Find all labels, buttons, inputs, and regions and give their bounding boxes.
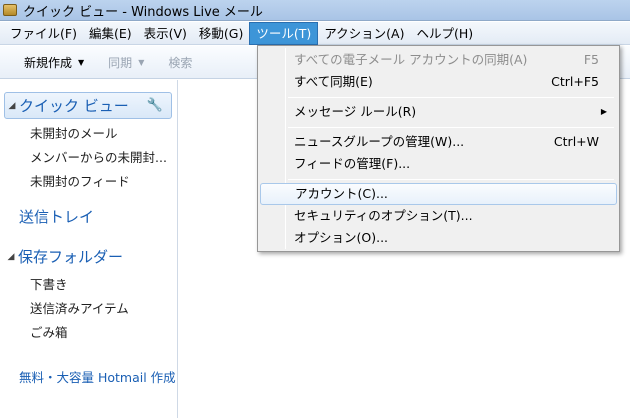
chevron-down-icon: ▼: [138, 57, 145, 67]
menu-item-label: オプション(O)...: [294, 230, 389, 245]
storage-folder-label: 保存フォルダー: [18, 248, 124, 266]
menu-item-accounts[interactable]: アカウント(C)...: [260, 183, 617, 205]
app-window: クイック ビュー - Windows Live メール ファイル(F) 編集(E…: [0, 0, 630, 418]
sidebar-item-unread-from-contacts[interactable]: メンバーからの未開封...: [30, 147, 167, 166]
menu-item-label: ニュースグループの管理(W)...: [294, 134, 465, 149]
menu-tools[interactable]: ツール(T): [249, 21, 319, 45]
search-button-label: 検索: [168, 55, 193, 70]
menu-item-manage-newsgroups[interactable]: ニュースグループの管理(W)... Ctrl+W: [260, 131, 617, 153]
chevron-down-icon: ▼: [78, 57, 85, 67]
sidebar-item-unread-mail[interactable]: 未開封のメール: [30, 123, 118, 142]
menu-item-shortcut: Ctrl+W: [553, 134, 599, 149]
menu-separator: [288, 127, 614, 128]
menu-go[interactable]: 移動(G): [193, 22, 249, 45]
menu-view[interactable]: 表示(V): [138, 22, 193, 45]
folder-pane: ◢ クイック ビュー 🔧 未開封のメール メンバーからの未開封... 未開封のフ…: [0, 80, 178, 418]
menu-item-message-rules[interactable]: メッセージ ルール(R) ▶: [260, 101, 617, 123]
collapse-triangle-icon[interactable]: ◢: [5, 101, 19, 111]
menu-item-shortcut: F5: [583, 52, 599, 67]
menu-bar: ファイル(F) 編集(E) 表示(V) 移動(G) ツール(T) アクション(A…: [0, 21, 630, 45]
menu-separator: [288, 97, 614, 98]
sidebar-item-unread-feeds[interactable]: 未開封のフィード: [30, 171, 130, 190]
menu-item-security-options[interactable]: セキュリティのオプション(T)...: [260, 205, 617, 227]
menu-actions[interactable]: アクション(A): [318, 22, 410, 45]
sync-button-label: 同期: [108, 55, 133, 70]
submenu-arrow-icon: ▶: [600, 107, 607, 116]
hotmail-signup-link[interactable]: 無料・大容量 Hotmail 作成: [19, 367, 176, 386]
collapse-triangle-icon[interactable]: ◢: [4, 252, 18, 262]
new-button-label: 新規作成: [24, 55, 73, 70]
menu-item-label: セキュリティのオプション(T)...: [294, 208, 473, 223]
menu-item-label: すべて同期(E): [294, 74, 373, 89]
menu-item-shortcut: Ctrl+F5: [551, 74, 599, 89]
storage-folder-header[interactable]: ◢ 保存フォルダー: [4, 246, 123, 267]
menu-file[interactable]: ファイル(F): [4, 22, 83, 45]
menu-item-label: フィードの管理(F)...: [294, 156, 411, 171]
menu-item-manage-feeds[interactable]: フィードの管理(F)...: [260, 153, 617, 175]
quick-view-header[interactable]: ◢ クイック ビュー 🔧: [4, 92, 172, 119]
quick-view-label: クイック ビュー: [19, 97, 129, 115]
tools-menu: すべての電子メール アカウントの同期(A) F5 すべて同期(E) Ctrl+F…: [257, 45, 620, 252]
new-button[interactable]: 新規作成 ▼: [0, 54, 96, 71]
menu-item-sync-all[interactable]: すべて同期(E) Ctrl+F5: [260, 71, 617, 93]
menu-help[interactable]: ヘルプ(H): [410, 22, 479, 45]
sidebar-item-drafts[interactable]: 下書き: [30, 274, 68, 293]
window-title: クイック ビュー - Windows Live メール: [23, 4, 263, 20]
search-button[interactable]: 検索: [156, 54, 204, 71]
sidebar-item-trash[interactable]: ごみ箱: [30, 322, 68, 341]
sidebar-item-outbox[interactable]: 送信トレイ: [19, 206, 94, 227]
menu-item-options[interactable]: オプション(O)...: [260, 227, 617, 249]
menu-edit[interactable]: 編集(E): [83, 22, 138, 45]
sidebar-item-sent[interactable]: 送信済みアイテム: [30, 298, 129, 317]
menu-separator: [288, 179, 614, 180]
menu-item-label: アカウント(C)...: [295, 186, 388, 201]
title-bar: クイック ビュー - Windows Live メール: [0, 0, 630, 21]
menu-item-sync-all-email[interactable]: すべての電子メール アカウントの同期(A) F5: [260, 49, 617, 71]
sync-button[interactable]: 同期 ▼: [96, 54, 156, 71]
menu-item-label: メッセージ ルール(R): [294, 104, 417, 119]
menu-item-label: すべての電子メール アカウントの同期(A): [294, 52, 528, 67]
app-icon: [3, 4, 17, 16]
wrench-icon[interactable]: 🔧: [147, 98, 163, 113]
